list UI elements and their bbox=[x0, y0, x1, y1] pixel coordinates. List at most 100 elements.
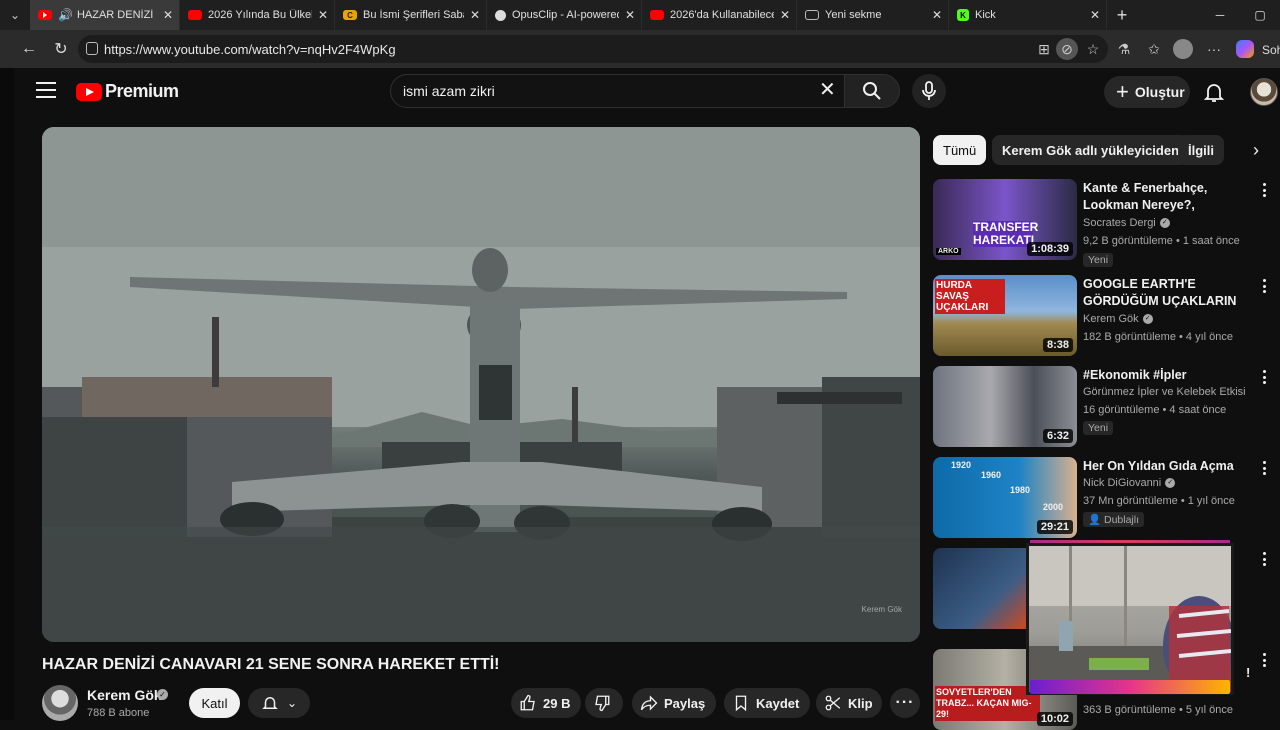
notifications-bell-icon[interactable] bbox=[1202, 80, 1226, 104]
thumbnail-text: SOVYETLER'DEN TRABZ... KAÇAN MIG-29! bbox=[935, 686, 1040, 721]
save-button[interactable]: Kaydet bbox=[724, 688, 810, 718]
close-tab-icon[interactable]: ✕ bbox=[1090, 8, 1100, 22]
search-button[interactable] bbox=[844, 74, 900, 108]
browser-tab-3[interactable]: OpusClip - AI-powered ✕ bbox=[487, 0, 642, 30]
channel-avatar[interactable] bbox=[42, 685, 78, 721]
save-label: Kaydet bbox=[756, 695, 800, 711]
channel-name[interactable]: Kerem Gök bbox=[87, 687, 162, 703]
browser-tab-5[interactable]: Yeni sekme ✕ bbox=[797, 0, 949, 30]
video-thumbnail[interactable]: HURDA SAVAŞ UÇAKLARI 8:38 bbox=[933, 275, 1077, 356]
related-video-1[interactable]: HURDA SAVAŞ UÇAKLARI 8:38 GOOGLE EARTH'E… bbox=[933, 275, 1273, 360]
related-video-title[interactable]: GOOGLE EARTH'E GÖRDÜĞÜM UÇAKLARIN YANINA… bbox=[1083, 276, 1258, 310]
browser-tab-4[interactable]: 2026'da Kullanabileceği ✕ bbox=[642, 0, 797, 30]
bell-icon bbox=[262, 697, 278, 709]
site-info-icon[interactable] bbox=[86, 42, 98, 55]
browser-tab-label: Kick bbox=[975, 9, 996, 21]
chip-uploader[interactable]: Kerem Gök adlı yükleyiciden bbox=[992, 135, 1190, 165]
related-video-0[interactable]: TRANSFER HAREKATI ARKO 1:08:39 Kante & F… bbox=[933, 179, 1273, 267]
favorite-star-icon[interactable]: ☆ bbox=[1081, 37, 1105, 61]
copilot-label[interactable]: Soh bbox=[1262, 43, 1280, 57]
video-thumbnail[interactable]: 1920 1960 1980 2000 29:21 bbox=[933, 457, 1077, 538]
clip-button[interactable]: Klip bbox=[816, 688, 882, 718]
profile-icon[interactable] bbox=[1173, 39, 1193, 59]
thumbnail-year: 1960 bbox=[981, 470, 1002, 480]
more-vertical-icon[interactable] bbox=[1263, 183, 1267, 199]
favorites-list-icon[interactable]: ✩ bbox=[1142, 37, 1166, 61]
thumbnail-year: 2000 bbox=[1043, 502, 1064, 512]
browser-tab-strip: ⌄ 🔊 HAZAR DENİZİ CAN ✕ 2026 Yılında Bu Ü… bbox=[0, 0, 1280, 30]
thumbnail-year: 1920 bbox=[951, 460, 972, 470]
dislike-button[interactable] bbox=[585, 688, 623, 718]
verified-check-icon: ✓ bbox=[1142, 314, 1153, 325]
more-vertical-icon[interactable] bbox=[1263, 552, 1267, 568]
chip-related[interactable]: İlgili bbox=[1178, 135, 1224, 165]
video-duration: 8:38 bbox=[1042, 338, 1073, 352]
extensions-icon[interactable]: ⚗ bbox=[1112, 37, 1136, 61]
chip-all[interactable]: Tümü bbox=[933, 135, 987, 165]
browser-tab-label: 2026'da Kullanabileceği bbox=[670, 9, 774, 21]
more-vertical-icon[interactable] bbox=[1263, 279, 1267, 295]
browser-tab-2[interactable]: C Bu İsmi Şerifleri Sabah ✕ bbox=[335, 0, 487, 30]
subscription-notifications-button[interactable]: ⌄ bbox=[248, 688, 310, 718]
close-tab-icon[interactable]: ✕ bbox=[780, 8, 790, 22]
close-tab-icon[interactable]: ✕ bbox=[163, 8, 173, 22]
create-button[interactable]: + Oluştur bbox=[1104, 76, 1190, 108]
close-tab-icon[interactable]: ✕ bbox=[932, 8, 942, 22]
back-arrow-icon[interactable]: ← bbox=[14, 34, 44, 64]
search-icon bbox=[863, 82, 881, 100]
speaker-icon[interactable]: 🔊 bbox=[58, 8, 73, 22]
apps-grid-icon[interactable]: ⊞ bbox=[1032, 37, 1056, 61]
related-video-title[interactable]: Kante & Fenerbahçe, Lookman Nereye?, Gal… bbox=[1083, 180, 1258, 214]
related-video-title[interactable]: Her On Yıldan Gıda Açma bbox=[1083, 458, 1258, 475]
title-trailing-char: ! bbox=[1246, 665, 1251, 680]
hamburger-menu-icon[interactable] bbox=[36, 82, 56, 98]
close-tab-icon[interactable]: ✕ bbox=[470, 8, 480, 22]
browser-tab-1[interactable]: 2026 Yılında Bu Ülkeler ✕ bbox=[180, 0, 335, 30]
scissors-icon bbox=[825, 695, 841, 711]
clear-search-icon[interactable]: ✕ bbox=[819, 80, 836, 100]
video-thumbnail[interactable]: 6:32 bbox=[933, 366, 1077, 447]
copilot-icon[interactable] bbox=[1236, 40, 1254, 58]
url-field[interactable]: https://www.youtube.com/watch?v=nqHv2F4W… bbox=[78, 35, 1108, 63]
tracking-prevention-icon[interactable]: ⊘ bbox=[1056, 38, 1078, 60]
minimize-button[interactable]: ─ bbox=[1200, 0, 1240, 30]
browser-tab-label: OpusClip - AI-powered bbox=[512, 9, 619, 21]
related-video-meta: 363 B görüntüleme • 5 yıl önce bbox=[1083, 704, 1233, 716]
voice-search-button[interactable] bbox=[912, 74, 946, 108]
youtube-premium-logo[interactable]: Premium bbox=[76, 81, 179, 102]
more-actions-button[interactable]: ··· bbox=[890, 688, 920, 718]
more-vertical-icon[interactable] bbox=[1263, 461, 1267, 477]
related-channel-name[interactable]: Görünmez İpler ve Kelebek Etkisi bbox=[1083, 386, 1246, 398]
account-avatar[interactable] bbox=[1250, 78, 1278, 106]
search-input[interactable]: ismi azam zikri bbox=[390, 74, 845, 108]
browser-tab-0[interactable]: 🔊 HAZAR DENİZİ CAN ✕ bbox=[30, 0, 180, 30]
video-duration: 6:32 bbox=[1042, 429, 1073, 443]
video-thumbnail[interactable]: TRANSFER HAREKATI ARKO 1:08:39 bbox=[933, 179, 1077, 260]
related-channel-name[interactable]: Kerem Gök ✓ bbox=[1083, 313, 1153, 325]
reload-icon[interactable]: ↻ bbox=[46, 34, 76, 64]
more-vertical-icon[interactable] bbox=[1263, 370, 1267, 386]
video-player[interactable]: Kerem Gök bbox=[42, 127, 920, 642]
more-menu-icon[interactable]: ··· bbox=[1202, 37, 1226, 61]
related-channel-name[interactable]: Socrates Dergi ✓ bbox=[1083, 217, 1170, 229]
like-button[interactable]: 29 B bbox=[511, 688, 581, 718]
new-tab-button[interactable]: + bbox=[1107, 0, 1137, 30]
maximize-button[interactable]: ▢ bbox=[1240, 0, 1280, 30]
browser-tab-6[interactable]: K Kick ✕ bbox=[949, 0, 1107, 30]
chevron-right-icon[interactable]: › bbox=[1244, 138, 1268, 162]
related-video-meta: 16 görüntüleme • 4 saat önce bbox=[1083, 404, 1227, 416]
tab-list-chevron-icon[interactable]: ⌄ bbox=[0, 0, 30, 30]
related-video-3[interactable]: 1920 1960 1980 2000 29:21 Her On Yıldan … bbox=[933, 457, 1273, 542]
verified-check-icon: ✓ bbox=[1165, 478, 1176, 489]
related-video-2[interactable]: 6:32 #Ekonomik #İpler Görünmez İpler ve … bbox=[933, 366, 1273, 451]
related-video-title[interactable]: #Ekonomik #İpler bbox=[1083, 367, 1258, 384]
join-button[interactable]: Katıl bbox=[189, 688, 240, 718]
new-badge: Yeni bbox=[1083, 421, 1114, 435]
more-vertical-icon[interactable] bbox=[1263, 653, 1267, 669]
share-button[interactable]: Paylaş bbox=[632, 688, 716, 718]
close-tab-icon[interactable]: ✕ bbox=[625, 8, 635, 22]
channel-text: Kerem Gök bbox=[1083, 313, 1139, 325]
related-channel-name[interactable]: Nick DiGiovanni ✓ bbox=[1083, 477, 1176, 489]
more-horizontal-icon: ··· bbox=[895, 694, 915, 711]
close-tab-icon[interactable]: ✕ bbox=[318, 8, 328, 22]
